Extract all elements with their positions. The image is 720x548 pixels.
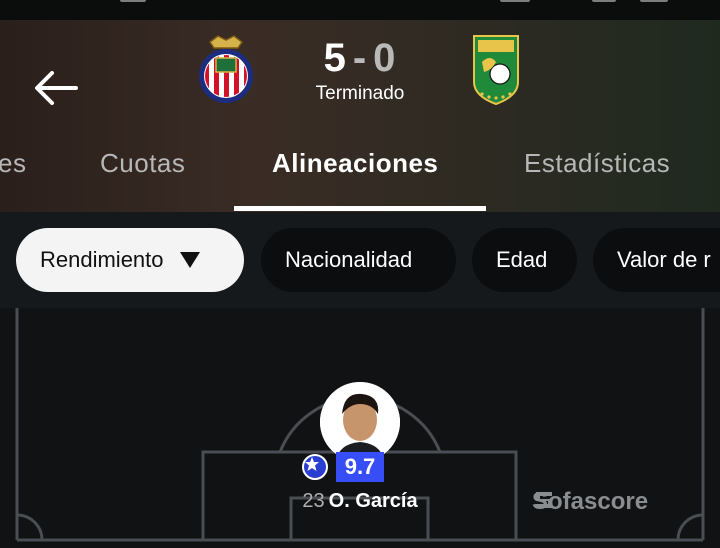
- filter-label: Rendimiento: [40, 247, 164, 272]
- home-team-logo[interactable]: [196, 32, 256, 106]
- arrow-left-icon: [35, 71, 78, 105]
- filter-edad[interactable]: Edad: [472, 228, 577, 292]
- sofascore-watermark: Sofascore: [532, 488, 648, 516]
- leon-crest-icon: [473, 35, 519, 106]
- chivas-crest-icon: [199, 35, 253, 103]
- star-icon: [302, 454, 328, 480]
- status-fragment: [592, 0, 616, 2]
- player-number: 23: [302, 490, 325, 512]
- tab-bar: es Cuotas Alineaciones Estadísticas: [0, 122, 720, 212]
- back-button[interactable]: [28, 64, 84, 112]
- away-score: 0: [373, 36, 397, 80]
- lineup-pitch: 9.7 23 O. García Sofascore: [0, 308, 720, 548]
- tab-estadisticas[interactable]: Estadísticas: [524, 148, 670, 179]
- home-score: 5: [323, 36, 347, 80]
- filter-nacionalidad[interactable]: Nacionalidad: [261, 228, 456, 292]
- filter-rendimiento[interactable]: Rendimiento: [16, 228, 244, 292]
- sofascore-logo-icon: [536, 492, 552, 508]
- caret-down-icon: [179, 252, 200, 268]
- player-photo: [320, 382, 400, 462]
- status-fragment: [640, 0, 668, 2]
- tab-cuotas[interactable]: Cuotas: [100, 148, 185, 179]
- match-status: Terminado: [315, 83, 405, 104]
- filter-valor[interactable]: Valor de r: [593, 228, 720, 292]
- player-rating: 9.7: [336, 452, 384, 482]
- status-fragment: [500, 0, 530, 2]
- filter-label: Valor de r: [617, 247, 711, 272]
- player-card[interactable]: 9.7 23 O. García: [294, 382, 426, 522]
- status-bar: [0, 0, 720, 20]
- player-name-line: 23 O. García: [294, 490, 426, 513]
- score-separator: -: [352, 36, 368, 80]
- active-tab-indicator: [234, 206, 486, 211]
- status-fragment: [120, 0, 146, 2]
- score: 5-0: [300, 36, 420, 81]
- away-team-logo[interactable]: [466, 32, 526, 106]
- player-name: O. García: [328, 490, 418, 512]
- tab-alineaciones[interactable]: Alineaciones: [272, 148, 438, 179]
- filter-label: Edad: [496, 247, 548, 272]
- filter-bar: Rendimiento Nacionalidad Edad Valor de r: [0, 212, 720, 308]
- match-header: 5-0 Terminado es Cuotas Alineaciones Est…: [0, 20, 720, 212]
- player-avatar: [320, 382, 400, 462]
- filter-label: Nacionalidad: [285, 247, 413, 272]
- tab-partial[interactable]: es: [0, 148, 26, 179]
